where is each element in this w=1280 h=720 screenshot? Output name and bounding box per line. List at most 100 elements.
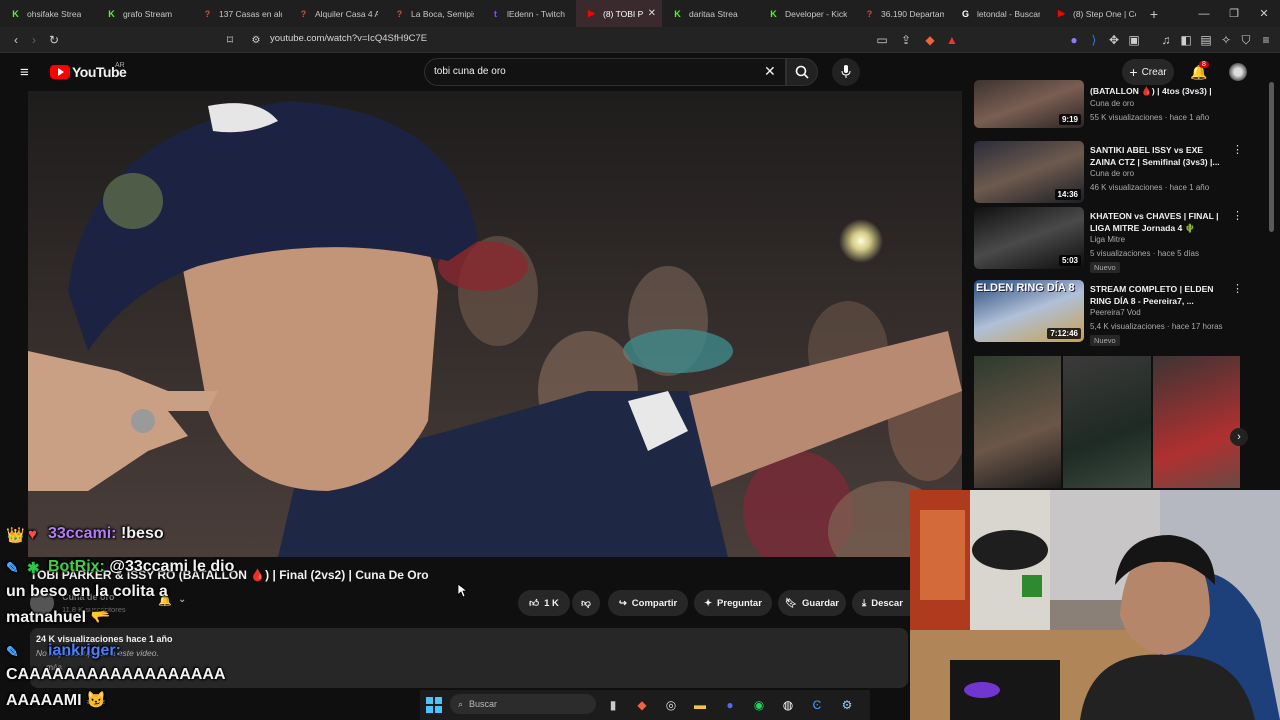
taskbar-search[interactable]: ⌕ Buscar <box>450 694 596 714</box>
bookmark-icon[interactable]: ⌑ <box>222 32 238 48</box>
shorts-shelf <box>974 356 1240 488</box>
browser-tab[interactable]: ? 36.190 Departam <box>854 0 950 27</box>
youtube-logo-icon[interactable] <box>50 65 70 79</box>
mod-sword-icon: ✎ <box>6 644 19 661</box>
page-scrollbar[interactable] <box>1269 82 1274 232</box>
recommended-video-title[interactable]: STREAM COMPLETO | ELDEN RING DÍA 8 - Pee… <box>1090 283 1230 307</box>
short-thumbnail[interactable] <box>1063 356 1151 488</box>
thumbs-up-icon: 👍︎ <box>529 598 540 609</box>
recommended-video[interactable]: 14:36 SANTIKI ABEL ISSY vs EXE ZAINA CTZ … <box>974 141 1274 207</box>
site-info-icon[interactable]: ⚙ <box>248 32 264 48</box>
recommended-video-title[interactable]: SANTIKI ABEL ISSY vs EXE ZAINA CTZ | Sem… <box>1090 144 1230 168</box>
download-icon: ⤓ <box>862 597 867 609</box>
video-thumbnail[interactable]: 5:03 <box>974 207 1084 269</box>
browser-tab[interactable]: ▶ (8) TOBI P ✕ <box>576 0 662 27</box>
forward-icon[interactable]: › <box>26 32 42 48</box>
save-button[interactable]: 🔖︎ Guardar <box>778 590 846 616</box>
brave-shield-icon[interactable]: ◆ <box>922 32 938 48</box>
menu-icon[interactable]: ≡ <box>1258 32 1274 48</box>
video-thumbnail[interactable]: ELDEN RING DÍA 8 7:12:46 <box>974 280 1084 342</box>
browser-tab[interactable]: ? Alquiler Casa 4 A <box>288 0 384 27</box>
recommended-video-title[interactable]: (BATALLON 🩸) | 4tos (3vs3) | <box>1090 85 1230 97</box>
vpn-icon[interactable]: ⛉ <box>1238 32 1254 48</box>
address-bar[interactable]: youtube.com/watch?v=IcQ4SfH9C7E <box>270 33 427 44</box>
file-explorer-icon[interactable]: ▬ <box>691 696 709 714</box>
tab-title: (8) TOBI P <box>603 8 644 19</box>
brave-browser-icon[interactable]: ◆ <box>633 696 651 714</box>
browser-tab[interactable]: Gletondal - Buscar <box>950 0 1046 27</box>
shelf-next-button[interactable]: › <box>1230 428 1248 446</box>
like-button[interactable]: 👍︎ 1 K <box>518 590 570 616</box>
video-thumbnail[interactable]: 14:36 <box>974 141 1084 203</box>
more-options-icon[interactable]: ⋮ <box>1232 209 1243 222</box>
discord-icon[interactable]: ● <box>721 696 739 714</box>
ask-button[interactable]: ✦ Preguntar <box>694 590 772 616</box>
tab-favicon-icon: ? <box>866 8 873 19</box>
more-options-icon[interactable]: ⋮ <box>1232 143 1243 156</box>
search-button[interactable] <box>786 58 818 86</box>
windows-start-icon[interactable] <box>425 696 443 714</box>
app-c-icon[interactable]: Ͼ <box>808 696 826 714</box>
chat-line: un beso en la colita a <box>6 583 168 600</box>
recommended-channel[interactable]: Peereira7 Vod <box>1090 308 1141 317</box>
new-tab-button[interactable]: + <box>1142 6 1166 22</box>
more-options-icon[interactable]: ⋮ <box>1232 282 1243 295</box>
close-tab-icon[interactable]: ✕ <box>648 8 656 19</box>
browser-tab[interactable]: Kgrafo Stream <box>96 0 192 27</box>
browser-tab-strip: Kohsifake Strea Kgrafo Stream? 137 Casas e… <box>0 0 1280 27</box>
short-thumbnail[interactable] <box>1152 356 1240 488</box>
brave-rewards-icon[interactable]: ▲ <box>944 32 960 48</box>
short-thumbnail[interactable] <box>974 356 1062 488</box>
spotify-icon[interactable]: ◉ <box>750 696 768 714</box>
reload-icon[interactable]: ↻ <box>46 32 62 48</box>
cast-icon[interactable]: ▭ <box>874 32 890 48</box>
chevron-down-icon[interactable]: ⌄ <box>178 594 186 605</box>
translate-icon[interactable]: ⟩ <box>1086 32 1102 48</box>
share-icon[interactable]: ⇪ <box>898 32 914 48</box>
chromium-icon[interactable]: ◎ <box>662 696 680 714</box>
wallet-icon[interactable]: ▤ <box>1198 32 1214 48</box>
recommended-channel[interactable]: Liga Mitre <box>1090 235 1125 244</box>
browser-tab[interactable]: Kohsifake Strea <box>0 0 96 27</box>
search-input[interactable]: tobi cuna de oro <box>434 66 506 77</box>
recommended-video[interactable]: 5:03 KHATEON vs CHAVES | FINAL | LIGA MIT… <box>974 207 1274 273</box>
extension-icon[interactable]: ● <box>1066 32 1082 48</box>
obs-icon[interactable]: ◍ <box>779 696 797 714</box>
dislike-button[interactable]: 👎︎ <box>572 590 600 616</box>
browser-tab[interactable]: K Developer - Kick <box>758 0 854 27</box>
media-icon[interactable]: ♫ <box>1158 32 1174 48</box>
browser-tab[interactable]: ? La Boca, Semipis <box>384 0 480 27</box>
download-button[interactable]: ⤓ Descar <box>852 590 910 616</box>
sidebar-icon[interactable]: ◧ <box>1178 32 1194 48</box>
recommended-channel[interactable]: Cuna de oro <box>1090 99 1134 108</box>
hamburger-menu-icon[interactable]: ≡ <box>20 64 29 81</box>
browser-tab[interactable]: ? 137 Casas en alq <box>192 0 288 27</box>
screenshot-icon[interactable]: ▣ <box>1126 32 1142 48</box>
account-avatar[interactable] <box>1229 63 1247 81</box>
browser-tab[interactable]: Kdaritaa Strea <box>662 0 758 27</box>
browser-tab[interactable]: ▶ (8) Step One | Co <box>1046 0 1142 27</box>
browser-tab[interactable]: t lEdenn - Twitch <box>480 0 576 27</box>
minimize-button[interactable]: — <box>1188 0 1220 27</box>
restore-button[interactable]: ❐ <box>1218 0 1250 27</box>
video-player[interactable] <box>28 91 962 557</box>
recommended-meta: 5 visualizaciones · hace 5 días <box>1090 249 1199 258</box>
tab-favicon-icon: G <box>961 8 969 19</box>
voice-search-button[interactable] <box>832 58 860 86</box>
video-thumbnail[interactable]: 9:19 <box>974 80 1084 128</box>
task-view-icon[interactable]: ▮ <box>604 696 622 714</box>
extensions-icon[interactable]: ✥ <box>1106 32 1122 48</box>
recommended-video[interactable]: ELDEN RING DÍA 8 7:12:46 STREAM COMPLETO |… <box>974 280 1274 346</box>
steam-icon[interactable]: ⚙ <box>838 696 856 714</box>
recommended-meta: 55 K visualizaciones · hace 1 año <box>1090 113 1210 122</box>
recommended-video-title[interactable]: KHATEON vs CHAVES | FINAL | LIGA MITRE J… <box>1090 210 1230 234</box>
back-icon[interactable]: ‹ <box>8 32 24 48</box>
leo-ai-icon[interactable]: ✧ <box>1218 32 1234 48</box>
recommended-channel[interactable]: Cuna de oro <box>1090 169 1134 178</box>
close-window-button[interactable]: ✕ <box>1248 0 1280 27</box>
notification-count-badge: 8 <box>1199 61 1209 68</box>
create-button[interactable]: + Crear <box>1122 59 1174 85</box>
share-button[interactable]: ↪ Compartir <box>608 590 688 616</box>
microphone-icon <box>841 65 851 78</box>
clear-search-icon[interactable]: ✕ <box>764 63 776 80</box>
